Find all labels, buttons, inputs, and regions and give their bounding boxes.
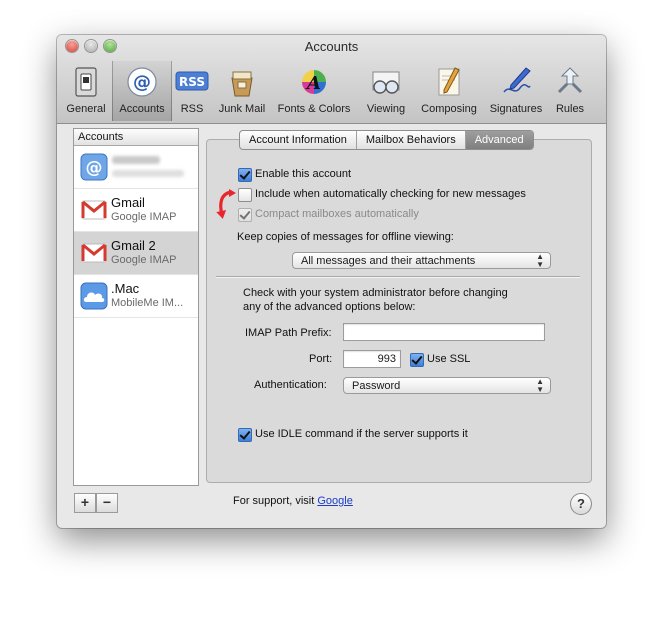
tab-advanced[interactable]: Advanced	[465, 131, 533, 149]
accounts-list: Accounts @ Gmail Google IMAP Gmail 2 Goo…	[73, 128, 199, 486]
svg-text:A: A	[305, 73, 321, 94]
use-ssl-label: Use SSL	[427, 353, 471, 365]
section-divider	[216, 276, 580, 278]
toolbar-viewing[interactable]: Viewing	[358, 61, 414, 121]
updown-arrows-icon: ▲ ▼	[536, 252, 544, 269]
account-type: Google IMAP	[111, 254, 177, 266]
account-name: .Mac	[111, 281, 140, 296]
accounts-window: Accounts General @ Accounts RSS RSS Junk…	[57, 35, 606, 528]
idle-label: Use IDLE command if the server supports …	[255, 428, 468, 440]
accounts-list-header: Accounts	[74, 129, 198, 146]
toolbar-signatures[interactable]: Signatures	[484, 61, 548, 121]
remove-account-button[interactable]: −	[96, 493, 118, 513]
cloud-icon	[80, 282, 108, 310]
toolbar-rules[interactable]: Rules	[550, 61, 590, 121]
keep-copies-select[interactable]: All messages and their attachments ▲ ▼	[292, 252, 551, 269]
compact-mailboxes-label: Compact mailboxes automatically	[255, 208, 419, 220]
idle-checkbox[interactable]	[238, 428, 252, 442]
port-label: Port:	[309, 353, 333, 365]
help-button[interactable]: ?	[570, 493, 592, 515]
support-link[interactable]: Google	[317, 495, 352, 507]
junk-mail-bag-icon	[231, 71, 253, 97]
tab-mailbox-behaviors[interactable]: Mailbox Behaviors	[357, 131, 466, 149]
account-item-gmail-2[interactable]: Gmail 2 Google IMAP	[74, 232, 198, 275]
include-auto-check-checkbox[interactable]	[238, 188, 252, 202]
svg-text:RSS: RSS	[179, 75, 205, 89]
rss-badge-icon: RSS	[175, 71, 209, 91]
account-name: Gmail	[111, 195, 145, 210]
titlebar-toolbar: Accounts General @ Accounts RSS RSS Junk…	[57, 35, 606, 124]
viewing-glasses-icon	[372, 71, 400, 94]
general-switch-icon	[75, 67, 97, 97]
updown-arrows-icon: ▲ ▼	[536, 377, 544, 394]
keep-copies-value: All messages and their attachments	[301, 255, 476, 267]
toolbar-signatures-label: Signatures	[489, 103, 543, 115]
toolbar-fonts-colors[interactable]: A Fonts & Colors	[272, 61, 356, 121]
toolbar-general[interactable]: General	[62, 61, 110, 121]
authentication-select[interactable]: Password ▲ ▼	[343, 377, 551, 394]
toolbar-junk-mail-label: Junk Mail	[218, 103, 266, 115]
authentication-value: Password	[352, 380, 401, 392]
red-curved-arrow-icon	[216, 189, 236, 219]
signature-pen-icon	[503, 67, 531, 93]
account-type: MobileMe IM...	[111, 297, 184, 309]
svg-text:@: @	[86, 158, 103, 178]
support-text: For support, visit Google	[233, 495, 353, 507]
enable-account-checkbox[interactable]	[238, 168, 252, 182]
window-title: Accounts	[304, 39, 359, 54]
gmail-icon	[81, 243, 107, 263]
toolbar-fonts-colors-label: Fonts & Colors	[277, 103, 351, 115]
fonts-colors-icon: A	[302, 70, 326, 94]
compact-mailboxes-checkbox[interactable]	[238, 208, 252, 222]
account-item-gmail[interactable]: Gmail Google IMAP	[74, 189, 198, 232]
account-type: Google IMAP	[111, 211, 177, 223]
add-account-button[interactable]: +	[74, 493, 96, 513]
include-auto-check-label: Include when automatically checking for …	[255, 188, 526, 200]
toolbar-accounts[interactable]: @ Accounts	[112, 61, 172, 121]
gmail-icon	[81, 200, 107, 220]
svg-text:@: @	[133, 72, 151, 93]
blurred-account-type	[112, 170, 184, 177]
toolbar-rss-label: RSS	[180, 103, 204, 115]
toolbar-viewing-label: Viewing	[366, 103, 406, 115]
account-item-mac[interactable]: .Mac MobileMe IM...	[74, 275, 198, 318]
at-sign-icon: @	[127, 67, 157, 97]
composing-pencil-icon	[438, 67, 460, 96]
imap-prefix-label: IMAP Path Prefix:	[245, 327, 332, 339]
authentication-label: Authentication:	[254, 379, 327, 391]
toolbar-composing[interactable]: Composing	[416, 61, 482, 121]
account-tabs: Account Information Mailbox Behaviors Ad…	[239, 130, 534, 150]
toolbar-general-label: General	[66, 103, 106, 115]
keep-copies-label: Keep copies of messages for offline view…	[237, 231, 454, 243]
rules-arrows-icon	[557, 67, 583, 94]
admin-note-line2: any of the advanced options below:	[243, 301, 416, 313]
at-sign-icon: @	[80, 153, 108, 181]
imap-prefix-field[interactable]	[343, 323, 545, 341]
port-field[interactable]: 993	[343, 350, 401, 368]
admin-note-line1: Check with your system administrator bef…	[243, 287, 508, 299]
account-name: Gmail 2	[111, 238, 156, 253]
toolbar-composing-label: Composing	[421, 103, 477, 115]
enable-account-label: Enable this account	[255, 168, 352, 180]
support-prefix: For support, visit	[233, 495, 315, 507]
toolbar-junk-mail[interactable]: Junk Mail	[214, 61, 270, 121]
toolbar-rss[interactable]: RSS RSS	[172, 61, 212, 121]
blurred-account-name	[112, 156, 160, 164]
account-item-blurred[interactable]: @	[74, 146, 198, 189]
tab-account-information[interactable]: Account Information	[240, 131, 357, 149]
use-ssl-checkbox[interactable]	[410, 353, 424, 367]
toolbar-accounts-label: Accounts	[119, 103, 165, 115]
toolbar-rules-label: Rules	[555, 103, 585, 115]
